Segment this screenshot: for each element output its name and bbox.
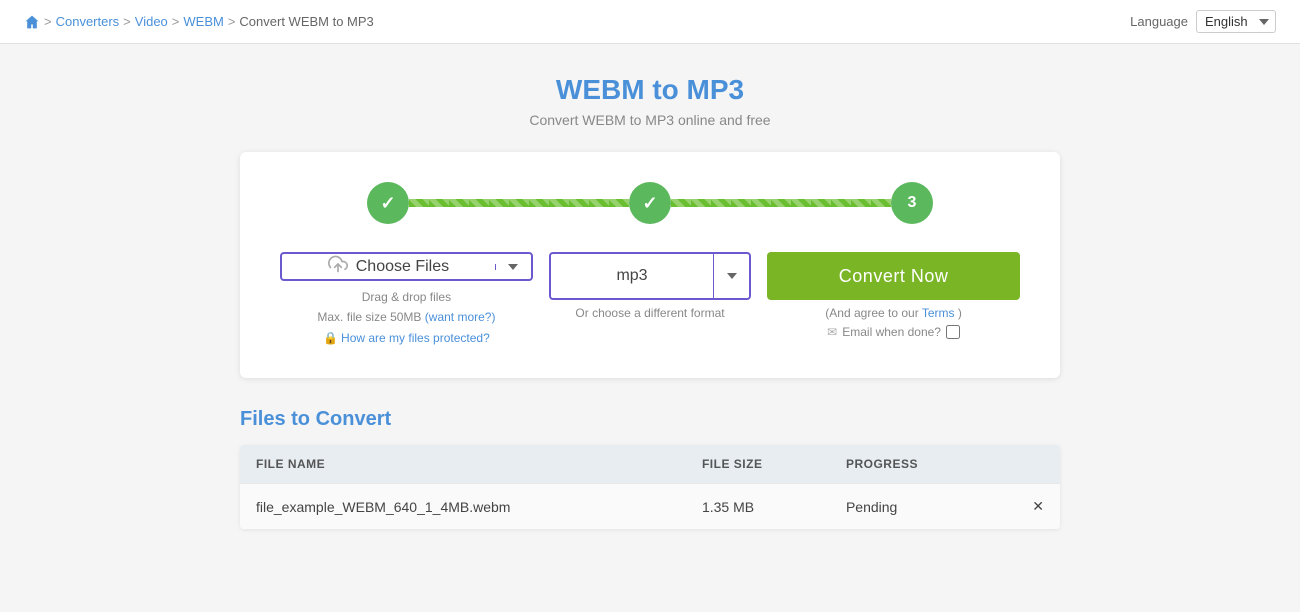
step-2-check: ✓ xyxy=(642,193,657,214)
step-1-check: ✓ xyxy=(380,193,395,214)
breadcrumb-current: Convert WEBM to MP3 xyxy=(239,14,373,29)
breadcrumb-converters[interactable]: Converters xyxy=(56,14,120,29)
drag-drop-label: Drag & drop files xyxy=(280,287,533,307)
converter-card: ✓ ✓ 3 xyxy=(240,152,1060,378)
files-table-header: FILE NAME FILE SIZE PROGRESS xyxy=(240,445,1060,484)
convert-section: Convert Now (And agree to our Terms ) ✉ … xyxy=(767,252,1020,339)
files-heading-accent: Convert xyxy=(316,408,392,430)
format-selector: mp3 Or choose a different format xyxy=(549,252,751,320)
breadcrumb: > Converters > Video > WEBM > Convert WE… xyxy=(24,13,374,30)
step-line-2 xyxy=(671,199,891,207)
col-filename: FILE NAME xyxy=(240,445,686,484)
files-table-body: file_example_WEBM_640_1_4MB.webm 1.35 MB… xyxy=(240,484,1060,530)
upload-icon xyxy=(328,254,348,279)
breadcrumb-sep-2: > xyxy=(123,14,131,29)
controls-row: Choose Files Drag & drop files Max. file… xyxy=(280,252,1020,348)
breadcrumb-bar: > Converters > Video > WEBM > Convert WE… xyxy=(0,0,1300,44)
terms-text: (And agree to our Terms ) xyxy=(825,306,962,320)
lock-icon: 🔒 xyxy=(323,328,338,348)
step-3-label: 3 xyxy=(908,194,917,212)
home-icon[interactable] xyxy=(24,13,40,30)
page-title: WEBM to MP3 xyxy=(240,74,1060,106)
email-icon: ✉ xyxy=(827,325,837,339)
step-2-circle: ✓ xyxy=(629,182,671,224)
file-size-cell: 1.35 MB xyxy=(686,484,830,530)
choose-files-dropdown-arrow xyxy=(495,264,531,270)
col-actions xyxy=(992,445,1060,484)
files-section: Files to Convert FILE NAME FILE SIZE PRO… xyxy=(240,408,1060,529)
file-progress-cell: Pending xyxy=(830,484,992,530)
page-subtitle: Convert WEBM to MP3 online and free xyxy=(240,112,1060,128)
language-label: Language xyxy=(1130,14,1188,29)
language-select[interactable]: English Deutsch Français Español 日本語 xyxy=(1196,10,1276,33)
max-size-label: Max. file size 50MB (want more?) xyxy=(280,307,533,327)
files-heading-plain: Files to xyxy=(240,408,310,430)
email-label: Email when done? xyxy=(842,325,941,339)
steps-progress: ✓ ✓ 3 xyxy=(280,182,1020,224)
col-progress: PROGRESS xyxy=(830,445,992,484)
choose-files-button[interactable]: Choose Files xyxy=(280,252,533,281)
protected-link[interactable]: 🔒 How are my files protected? xyxy=(280,328,533,348)
format-value: mp3 xyxy=(551,267,713,285)
email-checkbox[interactable] xyxy=(946,325,960,339)
breadcrumb-sep-4: > xyxy=(228,14,236,29)
terms-link[interactable]: Terms xyxy=(922,306,955,320)
main-content: WEBM to MP3 Convert WEBM to MP3 online a… xyxy=(220,44,1080,559)
step-1-circle: ✓ xyxy=(367,182,409,224)
breadcrumb-sep-1: > xyxy=(44,14,52,29)
files-table-header-row: FILE NAME FILE SIZE PROGRESS xyxy=(240,445,1060,484)
table-row: file_example_WEBM_640_1_4MB.webm 1.35 MB… xyxy=(240,484,1060,530)
choose-files-label: Choose Files xyxy=(356,258,449,276)
language-section: Language English Deutsch Français Españo… xyxy=(1130,10,1276,33)
want-more-link[interactable]: (want more?) xyxy=(425,310,496,324)
format-hint: Or choose a different format xyxy=(575,306,724,320)
step-3-circle: 3 xyxy=(891,182,933,224)
files-heading: Files to Convert xyxy=(240,408,1060,431)
email-notify: ✉ Email when done? xyxy=(827,325,960,339)
breadcrumb-webm[interactable]: WEBM xyxy=(183,14,223,29)
format-dropdown[interactable]: mp3 xyxy=(549,252,751,300)
choose-files-main: Choose Files xyxy=(282,254,495,279)
files-table: FILE NAME FILE SIZE PROGRESS file_exampl… xyxy=(240,445,1060,529)
file-info: Drag & drop files Max. file size 50MB (w… xyxy=(280,287,533,348)
choose-files-section: Choose Files Drag & drop files Max. file… xyxy=(280,252,533,348)
file-name-cell: file_example_WEBM_640_1_4MB.webm xyxy=(240,484,686,530)
col-filesize: FILE SIZE xyxy=(686,445,830,484)
breadcrumb-sep-3: > xyxy=(172,14,180,29)
breadcrumb-video[interactable]: Video xyxy=(135,14,168,29)
step-line-1 xyxy=(409,199,629,207)
convert-now-button[interactable]: Convert Now xyxy=(767,252,1020,300)
remove-file-button[interactable]: ✕ xyxy=(992,484,1060,530)
format-dropdown-arrow xyxy=(713,254,749,298)
